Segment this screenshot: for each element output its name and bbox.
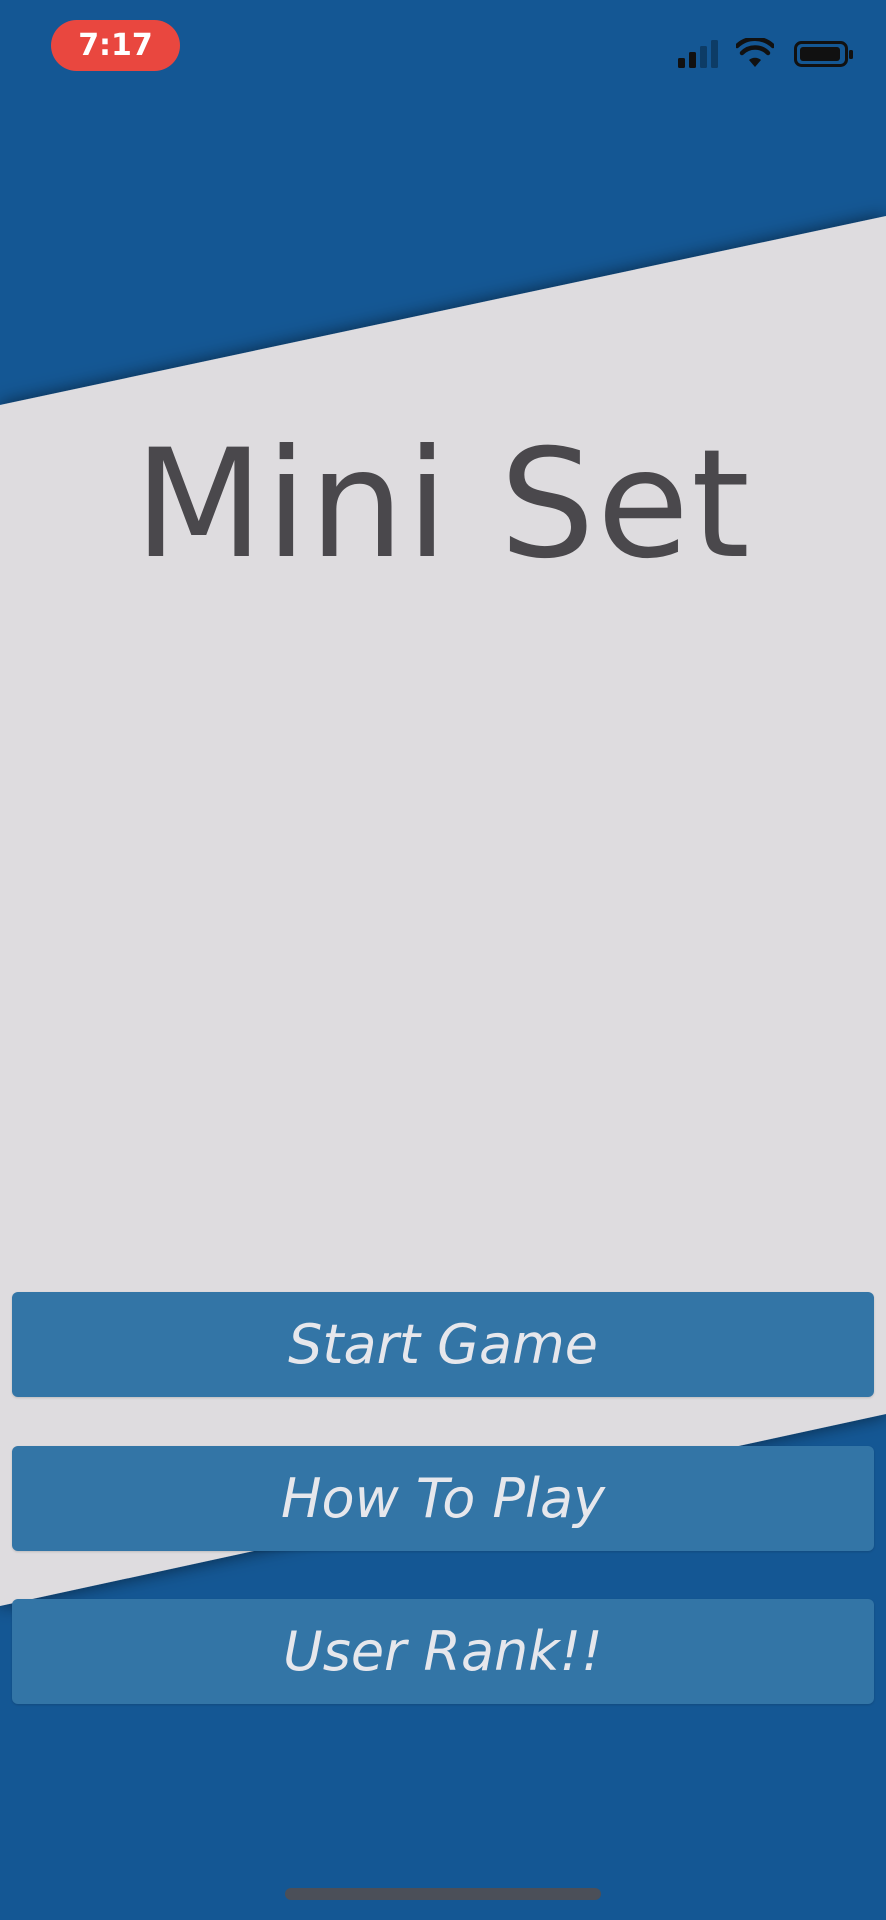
battery-icon bbox=[794, 41, 853, 67]
status-time: 7:17 bbox=[51, 20, 180, 71]
app-screen: 7:17 Mini Set Start Game How To Play Use… bbox=[0, 0, 886, 1920]
wifi-icon bbox=[736, 38, 774, 67]
cellular-signal-icon bbox=[678, 40, 718, 68]
status-bar: 7:17 bbox=[0, 0, 886, 100]
how-to-play-button[interactable]: How To Play bbox=[12, 1446, 874, 1551]
home-indicator[interactable] bbox=[285, 1888, 601, 1900]
app-title: Mini Set bbox=[134, 418, 752, 592]
start-game-button[interactable]: Start Game bbox=[12, 1292, 874, 1397]
user-rank-button[interactable]: User Rank!! bbox=[12, 1599, 874, 1704]
status-icons bbox=[654, 38, 854, 70]
